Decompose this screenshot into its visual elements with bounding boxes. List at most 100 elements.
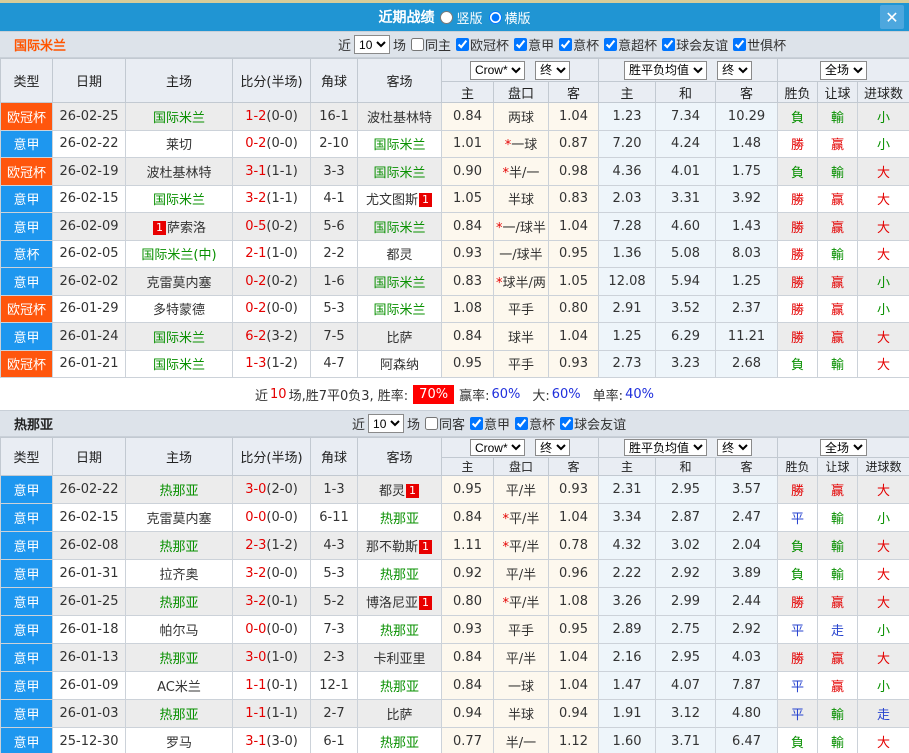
goals-cell: 小 [858, 672, 909, 700]
match-row: 意甲 26-02-02 克雷莫内塞 0-2(0-2) 1-6 国际米兰 0.83… [1, 268, 909, 296]
avg-home-cell: 1.25 [599, 323, 656, 351]
odds-stage-select[interactable]: 终 [535, 439, 570, 456]
match-row: 欧冠杯 26-01-21 国际米兰 1-3(1-2) 4-7 阿森纳 0.95 … [1, 350, 909, 378]
fulltime-score: 0-0 [245, 622, 266, 637]
avg-away-cell: 1.75 [716, 158, 778, 186]
home-team-cell: 国际米兰 [126, 350, 233, 378]
scope-group-header: 全场 [778, 59, 909, 82]
halftime-score: (3-2) [266, 329, 297, 344]
home-odds-cell: 0.92 [442, 560, 494, 588]
same-away-checkbox[interactable] [425, 417, 438, 430]
avg-stage-select[interactable]: 终 [717, 439, 752, 456]
result-cell: 負 [778, 728, 818, 753]
avg-away-cell: 1.43 [716, 213, 778, 241]
league-checkbox-label[interactable]: 意甲 [514, 35, 554, 54]
league-checkbox[interactable] [560, 417, 573, 430]
match-type-cell: 意甲 [1, 268, 53, 296]
horizontal-radio[interactable] [489, 11, 502, 24]
league-checkbox[interactable] [470, 417, 483, 430]
league-checkbox[interactable] [662, 38, 675, 51]
match-type-cell: 欧冠杯 [1, 295, 53, 323]
league-checkbox[interactable] [604, 38, 617, 51]
match-type-cell: 意甲 [1, 532, 53, 560]
scope-select[interactable]: 全场 [820, 439, 867, 456]
handicap-cell: *平/半 [494, 504, 549, 532]
same-home-checkbox-label[interactable]: 同主 [411, 35, 451, 54]
away-odds-cell: 0.95 [549, 240, 599, 268]
handicap-value: 一球 [511, 138, 537, 153]
away-team-cell: 卡利亚里 [358, 644, 442, 672]
avg-home-cell: 3.34 [599, 504, 656, 532]
genoa-league-filters: 意甲意杯球会友谊 [465, 414, 626, 434]
league-checkbox[interactable] [514, 38, 527, 51]
home-team-name: 热那亚 [159, 484, 198, 499]
close-icon[interactable]: ✕ [880, 5, 904, 29]
same-home-checkbox[interactable] [411, 38, 424, 51]
league-checkbox[interactable] [559, 38, 572, 51]
result-cell: 勝 [778, 295, 818, 323]
inter-filter-bar: 近 10 场 同主 欧冠杯意甲意杯意超杯球会友谊世俱杯 [338, 32, 786, 57]
result-cell: 勝 [778, 644, 818, 672]
home-team-cell: 热那亚 [126, 588, 233, 616]
halftime-score: (1-1) [266, 706, 297, 721]
home-team-cell: 国际米兰 [126, 323, 233, 351]
league-checkbox-label[interactable]: 意甲 [470, 414, 510, 433]
odds-stage-select[interactable]: 终 [535, 61, 570, 80]
league-checkbox-label[interactable]: 意杯 [515, 414, 555, 433]
away-team-cell: 都灵 [358, 240, 442, 268]
handicap-value: 一/球半 [503, 221, 546, 236]
home-odds-cell: 0.84 [442, 672, 494, 700]
title-bar: 近期战绩 竖版 横版 ✕ [0, 3, 909, 31]
league-checkbox-label[interactable]: 球会友谊 [662, 35, 728, 54]
vertical-radio[interactable] [440, 11, 453, 24]
avg-home-cell: 12.08 [599, 268, 656, 296]
fulltime-score: 3-0 [245, 650, 266, 665]
league-checkbox-label[interactable]: 球会友谊 [560, 414, 626, 433]
avg-type-select[interactable]: 胜平负均值 [624, 439, 707, 456]
handicap-value: 平手 [508, 303, 534, 318]
avg-type-select[interactable]: 胜平负均值 [624, 61, 707, 80]
bookmaker-select[interactable]: Crow* [470, 439, 525, 456]
recent-results-window: 近期战绩 竖版 横版 ✕ 国际米兰 近 10 场 同主 欧冠杯意甲意杯意超杯球会… [0, 0, 909, 753]
layout-horizontal-option[interactable]: 横版 [489, 8, 531, 27]
league-checkbox-label[interactable]: 意超杯 [604, 35, 657, 54]
away-team-cell: 比萨 [358, 700, 442, 728]
handicap-cell: *平/半 [494, 588, 549, 616]
league-checkbox[interactable] [456, 38, 469, 51]
away-team-name: 都灵 [379, 484, 405, 499]
handicap-cell: 平/半 [494, 560, 549, 588]
col-avg-away: 客 [716, 458, 778, 476]
games-label: 场 [393, 35, 406, 54]
inter-recent-count-select[interactable]: 10 [354, 35, 390, 54]
fulltime-score: 6-2 [245, 329, 266, 344]
match-row: 欧冠杯 26-02-25 国际米兰 1-2(0-0) 16-1 波杜基林特 0.… [1, 103, 909, 131]
halftime-score: (0-0) [266, 136, 297, 151]
halftime-score: (0-1) [266, 594, 297, 609]
league-checkbox-label[interactable]: 世俱杯 [733, 35, 786, 54]
layout-vertical-option[interactable]: 竖版 [440, 8, 482, 27]
score-cell: 1-1(1-1) [233, 700, 311, 728]
match-date-cell: 26-02-09 [53, 213, 126, 241]
avg-away-cell: 2.47 [716, 504, 778, 532]
halftime-score: (0-0) [266, 301, 297, 316]
league-checkbox-label[interactable]: 欧冠杯 [456, 35, 509, 54]
league-checkbox-label[interactable]: 意杯 [559, 35, 599, 54]
league-checkbox[interactable] [515, 417, 528, 430]
league-checkbox[interactable] [733, 38, 746, 51]
corners-cell: 4-1 [311, 185, 358, 213]
bookmaker-select[interactable]: Crow* [470, 61, 525, 80]
match-date-cell: 26-01-09 [53, 672, 126, 700]
genoa-section-header: 热那亚 近 10 场 同客 意甲意杯球会友谊 [0, 410, 909, 437]
avg-stage-select[interactable]: 终 [717, 61, 752, 80]
scope-select[interactable]: 全场 [820, 61, 867, 80]
same-away-checkbox-label[interactable]: 同客 [425, 414, 465, 433]
away-team-name: 热那亚 [380, 512, 419, 527]
genoa-recent-count-select[interactable]: 10 [368, 414, 404, 433]
match-row: 欧冠杯 26-02-19 波杜基林特 3-1(1-1) 3-3 国际米兰 0.9… [1, 158, 909, 186]
score-cell: 0-2(0-0) [233, 130, 311, 158]
result-cell: 平 [778, 504, 818, 532]
match-date-cell: 26-02-25 [53, 103, 126, 131]
avg-away-cell: 7.87 [716, 672, 778, 700]
home-team-cell: 国际米兰 [126, 103, 233, 131]
handicap-cell: *球半/两 [494, 268, 549, 296]
